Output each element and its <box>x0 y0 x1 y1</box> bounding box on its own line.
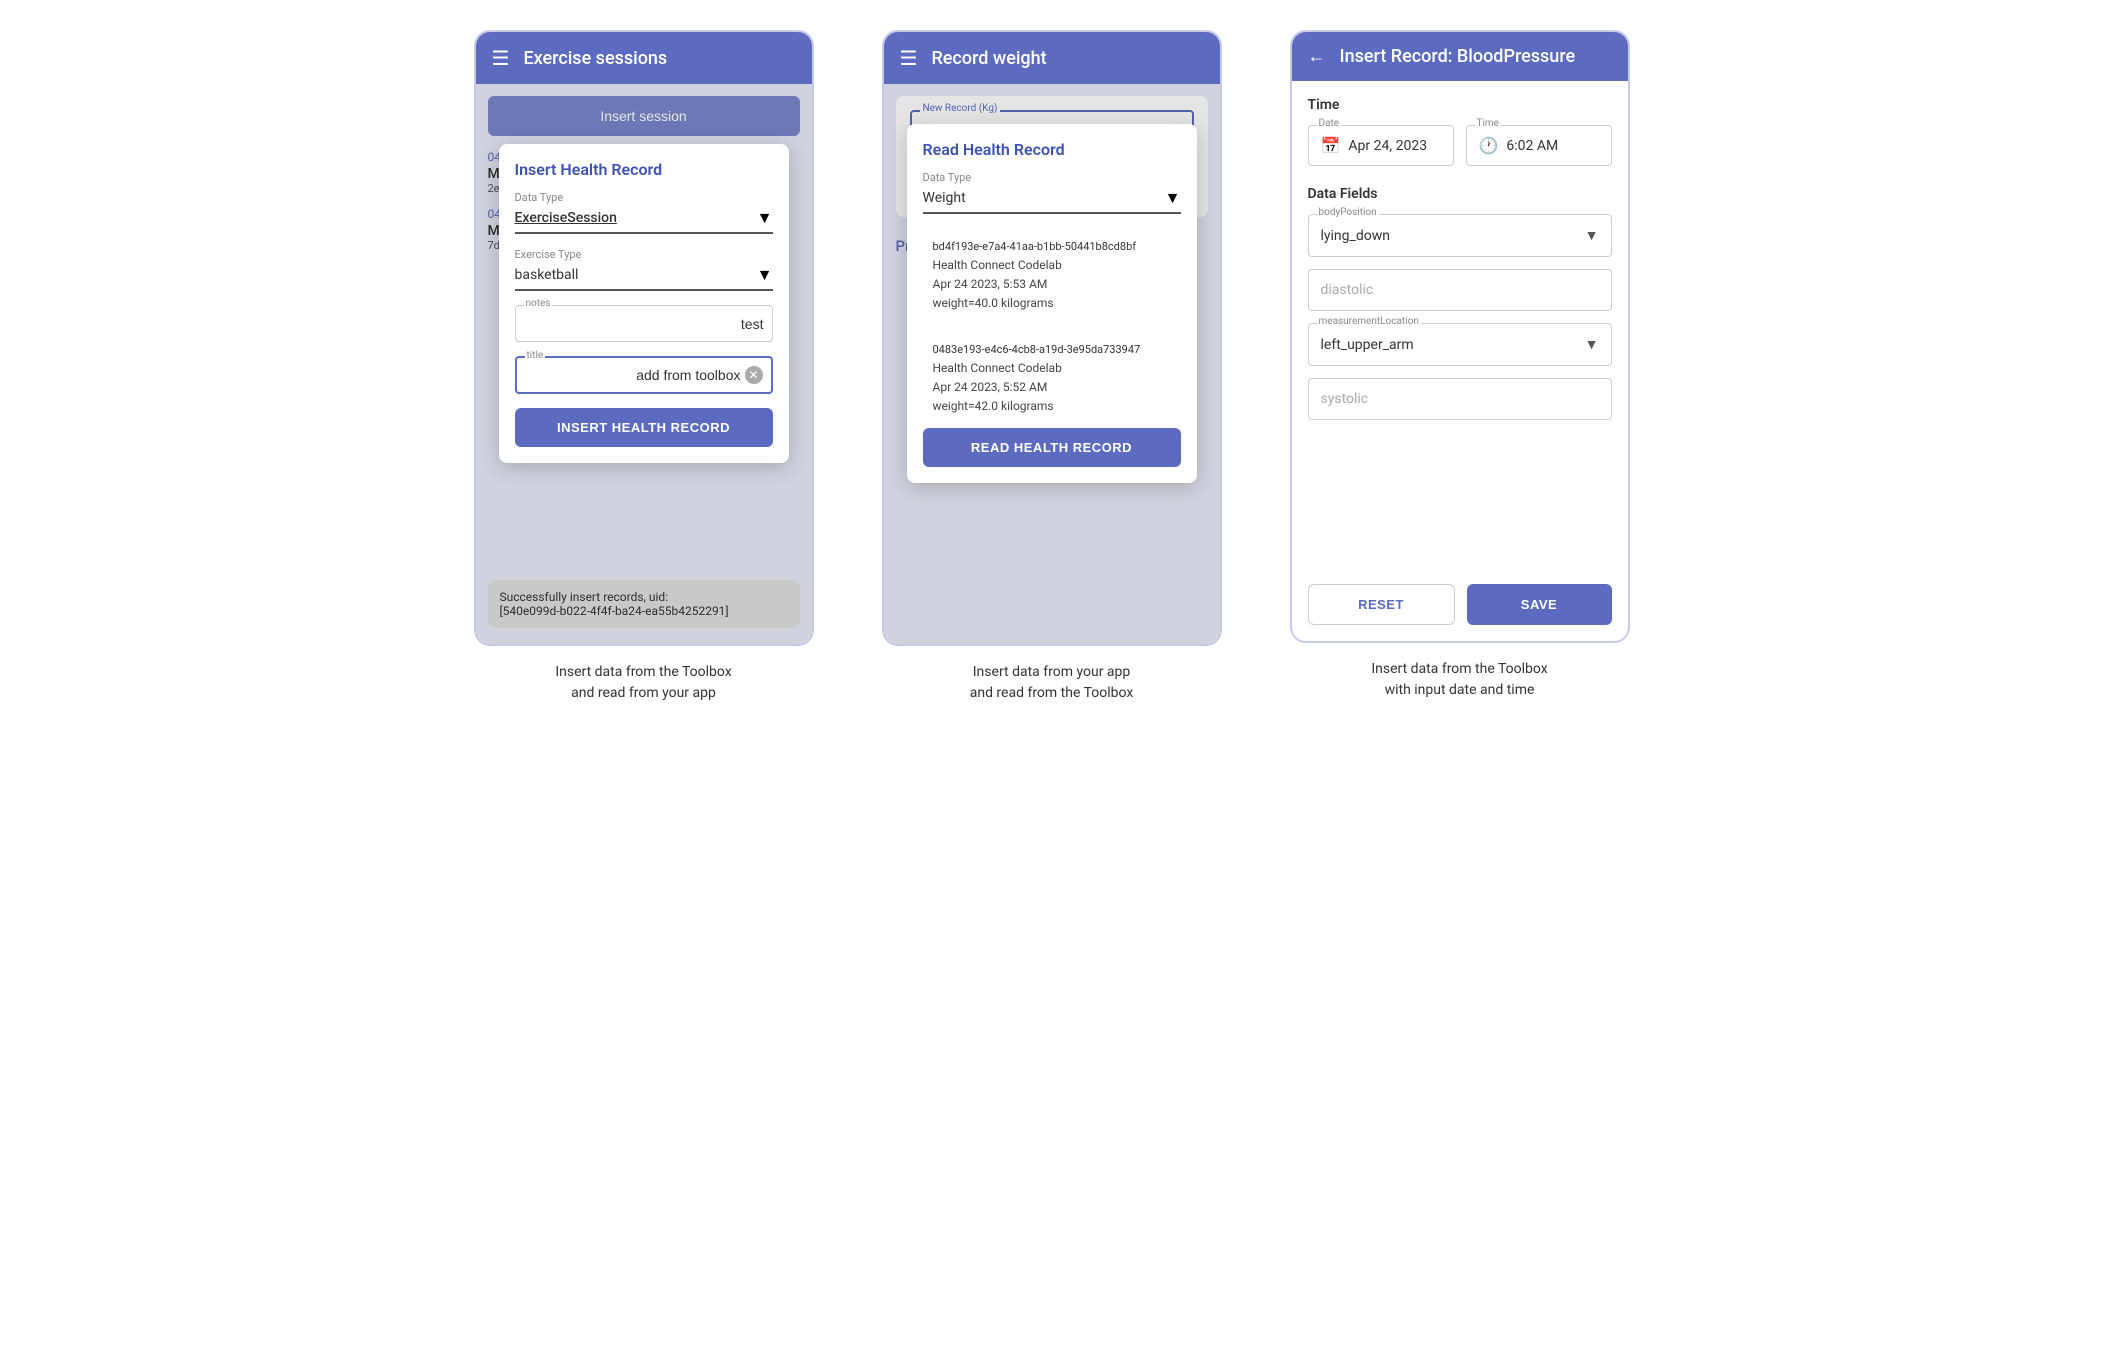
data-type-select-wrapper-1: ExerciseSession ▼ <box>515 208 773 234</box>
data-type-value-1: ExerciseSession <box>515 210 617 226</box>
phone-frame-3: ← Insert Record: BloodPressure Time Date… <box>1290 30 1630 643</box>
notes-input[interactable] <box>524 316 764 332</box>
menu-icon[interactable]: ☰ <box>492 46 510 70</box>
record-item-1: bd4f193e-e7a4-41aa-b1bb-50441b8cd8bf Hea… <box>923 228 1181 323</box>
popup2-title: Read Health Record <box>923 140 1181 159</box>
measurement-location-content: left_upper_arm ▼ <box>1321 336 1599 353</box>
title-clear-button[interactable]: ✕ <box>745 366 763 384</box>
popup1-title: Insert Health Record <box>515 160 773 179</box>
exercise-type-arrow: ▼ <box>757 265 773 285</box>
exercise-type-select-wrapper: basketball ▼ <box>515 265 773 291</box>
screen2-wrapper: ☰ Record weight New Record (Kg) Add Prev… <box>860 30 1244 704</box>
title-input[interactable] <box>525 367 741 383</box>
screen3-wrapper: ← Insert Record: BloodPressure Time Date… <box>1268 30 1652 701</box>
reset-button[interactable]: RESET <box>1308 584 1455 625</box>
title-float-label: title <box>525 350 546 361</box>
title-input-row: ✕ <box>525 366 763 384</box>
screen2-body: New Record (Kg) Add Previous Measurement… <box>884 84 1220 644</box>
notes-float-label: notes <box>524 298 553 309</box>
body-position-arrow: ▼ <box>1585 227 1599 244</box>
screen1-header: ☰ Exercise sessions <box>476 32 812 84</box>
record-uid-2: 0483e193-e4c6-4cb8-a19d-3e95da733947 <box>933 341 1171 359</box>
systolic-field[interactable]: systolic <box>1308 378 1612 420</box>
read-health-record-button[interactable]: READ HEALTH RECORD <box>923 428 1181 467</box>
date-label: Date <box>1317 118 1342 129</box>
record-date-2: Apr 24 2023, 5:52 AM <box>933 378 1171 397</box>
data-type-row-1[interactable]: ExerciseSession ▼ <box>515 208 773 234</box>
record-source-2: Health Connect Codelab <box>933 359 1171 378</box>
exercise-type-value: basketball <box>515 267 579 283</box>
screen3-title: Insert Record: BloodPressure <box>1340 46 1576 67</box>
bottom-actions: RESET SAVE <box>1308 584 1612 625</box>
record-item-2: 0483e193-e4c6-4cb8-a19d-3e95da733947 Hea… <box>923 331 1181 426</box>
time-content: 🕐 6:02 AM <box>1479 136 1599 155</box>
time-label: Time <box>1475 118 1501 129</box>
read-health-record-dialog: Read Health Record Data Type Weight ▼ bd… <box>907 124 1197 483</box>
exercise-type-row[interactable]: basketball ▼ <box>515 265 773 291</box>
data-type-label-2: Data Type <box>923 171 1181 184</box>
record-uid-1: bd4f193e-e7a4-41aa-b1bb-50441b8cd8bf <box>933 238 1171 256</box>
phone-frame-1: ☰ Exercise sessions Insert session 04:01… <box>474 30 814 646</box>
data-type-row-2[interactable]: Weight ▼ <box>923 188 1181 214</box>
insert-health-record-button[interactable]: INSERT HEALTH RECORD <box>515 408 773 447</box>
screen1-title: Exercise sessions <box>523 48 667 69</box>
measurement-location-field[interactable]: measurementLocation left_upper_arm ▼ <box>1308 323 1612 366</box>
date-value: Apr 24, 2023 <box>1348 138 1427 154</box>
record-date-1: Apr 24 2023, 5:53 AM <box>933 275 1171 294</box>
date-content: 📅 Apr 24, 2023 <box>1321 136 1441 155</box>
back-icon[interactable]: ← <box>1308 46 1326 67</box>
records-list: bd4f193e-e7a4-41aa-b1bb-50441b8cd8bf Hea… <box>923 228 1181 428</box>
record-source-1: Health Connect Codelab <box>933 256 1171 275</box>
measurement-location-arrow: ▼ <box>1585 336 1599 353</box>
measurement-location-label: measurementLocation <box>1317 316 1421 327</box>
data-fields-label: Data Fields <box>1308 186 1612 202</box>
date-field[interactable]: Date 📅 Apr 24, 2023 <box>1308 125 1454 166</box>
insert-health-record-overlay: Insert Health Record Data Type ExerciseS… <box>476 84 812 644</box>
data-type-arrow-2: ▼ <box>1165 188 1181 208</box>
insert-health-record-dialog: Insert Health Record Data Type ExerciseS… <box>499 144 789 463</box>
calendar-icon: 📅 <box>1321 136 1341 155</box>
body-position-field[interactable]: bodyPosition lying_down ▼ <box>1308 214 1612 257</box>
time-section-label: Time <box>1308 97 1612 113</box>
clock-icon: 🕐 <box>1479 136 1499 155</box>
screen2-title: Record weight <box>931 48 1046 69</box>
body-position-content: lying_down ▼ <box>1321 227 1599 244</box>
screen2-header: ☰ Record weight <box>884 32 1220 84</box>
screen1-caption: Insert data from the Toolbox and read fr… <box>555 662 731 704</box>
read-health-record-overlay: Read Health Record Data Type Weight ▼ bd… <box>884 84 1220 644</box>
screen2-caption: Insert data from your app and read from … <box>970 662 1134 704</box>
screen3-caption: Insert data from the Toolbox with input … <box>1371 659 1547 701</box>
phone-frame-2: ☰ Record weight New Record (Kg) Add Prev… <box>882 30 1222 646</box>
diastolic-field[interactable]: diastolic <box>1308 269 1612 311</box>
measurement-location-value: left_upper_arm <box>1321 337 1414 353</box>
data-type-label-1: Data Type <box>515 191 773 204</box>
time-field[interactable]: Time 🕐 6:02 AM <box>1466 125 1612 166</box>
body-position-value: lying_down <box>1321 228 1390 244</box>
data-type-arrow-1: ▼ <box>757 208 773 228</box>
data-type-select-wrapper-2: Weight ▼ <box>923 188 1181 214</box>
notes-wrapper: notes <box>515 305 773 342</box>
screen3-body: Time Date 📅 Apr 24, 2023 Time 🕐 6:02 <box>1292 81 1628 641</box>
record-value-2: weight=42.0 kilograms <box>933 397 1171 416</box>
screen3-header: ← Insert Record: BloodPressure <box>1292 32 1628 81</box>
screen2-menu-icon[interactable]: ☰ <box>900 46 918 70</box>
datetime-row: Date 📅 Apr 24, 2023 Time 🕐 6:02 AM <box>1308 125 1612 166</box>
screen1-body: Insert session 04:01:09 - 04:31:09 My Ru… <box>476 84 812 644</box>
screen1-wrapper: ☰ Exercise sessions Insert session 04:01… <box>452 30 836 704</box>
body-position-label: bodyPosition <box>1317 207 1379 218</box>
time-value: 6:02 AM <box>1506 138 1558 154</box>
title-wrapper: title ✕ <box>515 356 773 394</box>
save-button[interactable]: SAVE <box>1467 584 1612 625</box>
exercise-type-label: Exercise Type <box>515 248 773 261</box>
data-type-value-2: Weight <box>923 190 966 206</box>
record-value-1: weight=40.0 kilograms <box>933 294 1171 313</box>
